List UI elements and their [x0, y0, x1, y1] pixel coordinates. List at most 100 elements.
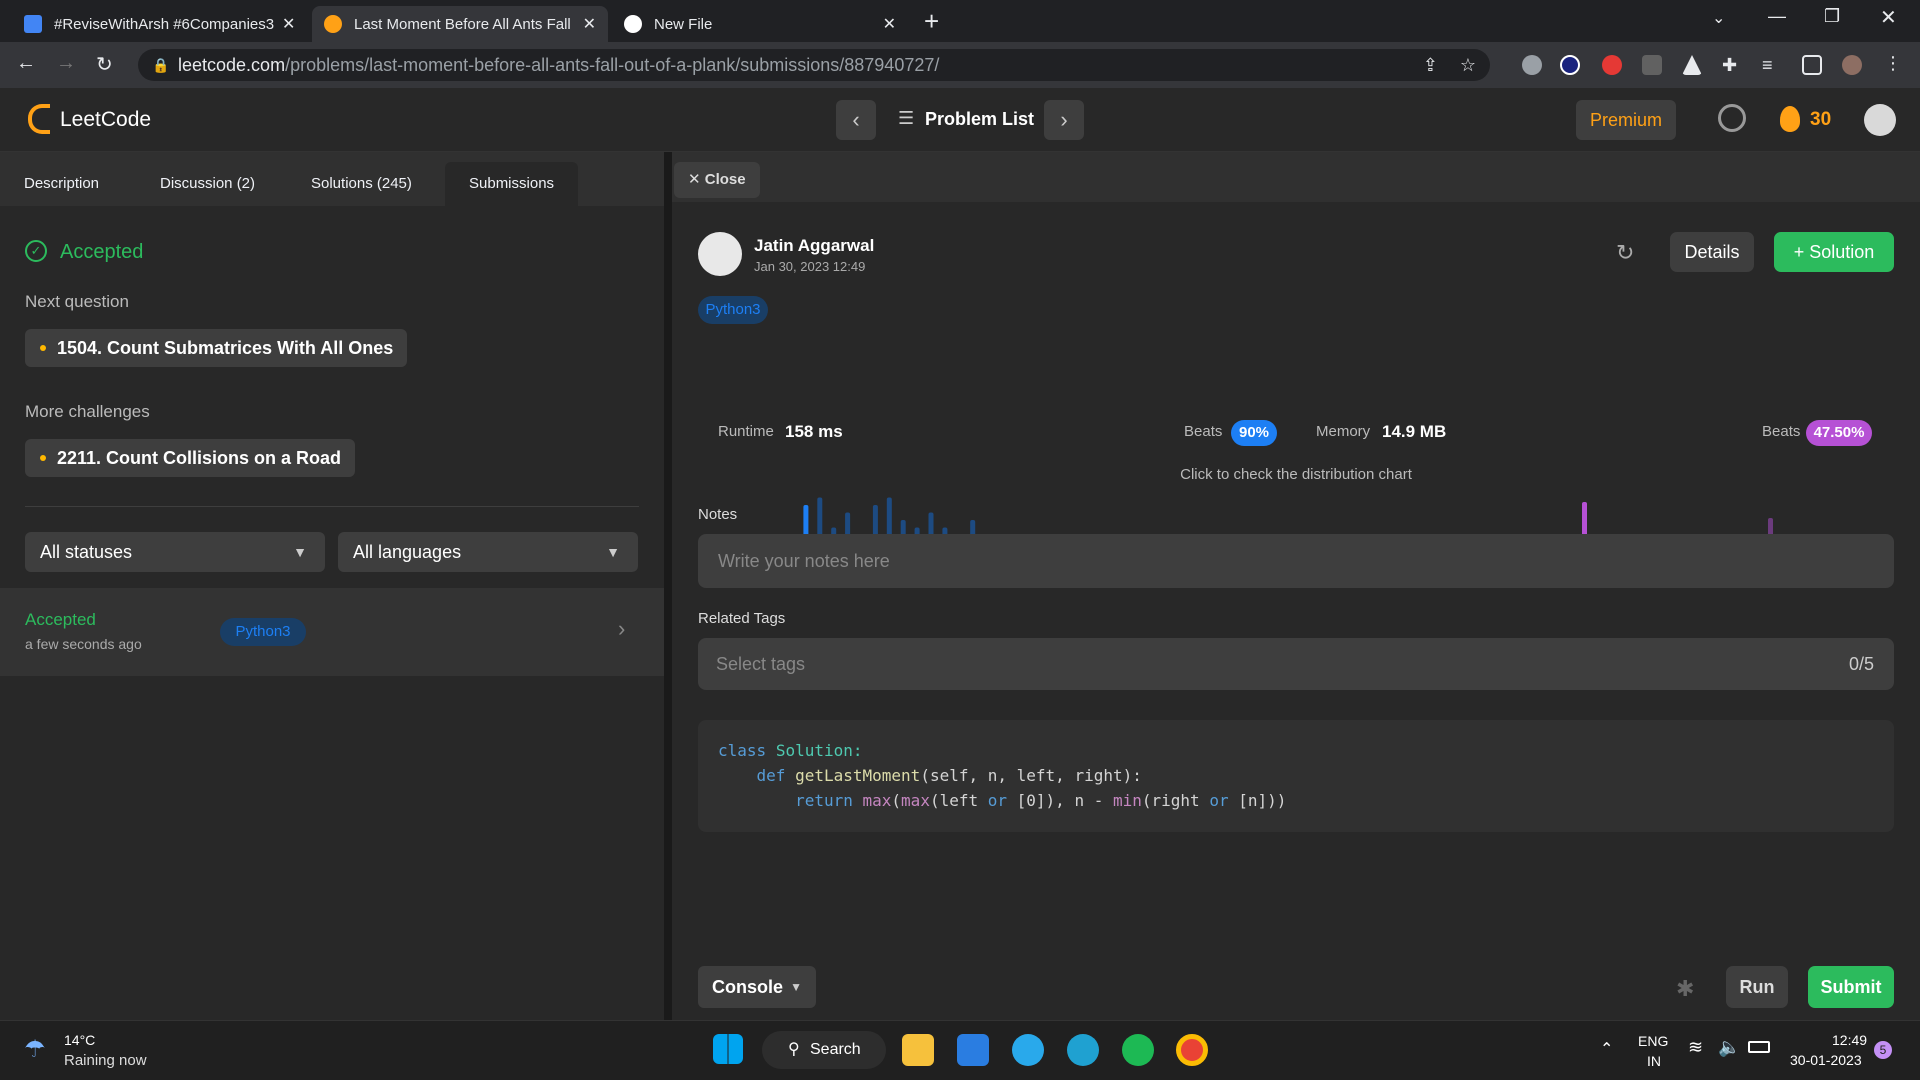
volume-icon[interactable]: 🔈: [1718, 1037, 1740, 1058]
next-question-chip[interactable]: 1504. Count Submatrices With All Ones: [25, 329, 408, 367]
tab-description[interactable]: Description: [0, 162, 123, 206]
tags-select[interactable]: Select tags 0/5: [698, 638, 1894, 690]
close-tab-icon[interactable]: ✕: [583, 14, 596, 34]
result-tab-bar: [672, 152, 1920, 202]
extension-cloud-icon[interactable]: [1522, 55, 1542, 75]
notes-label: Notes: [698, 506, 738, 523]
share-icon[interactable]: ↻: [1616, 240, 1634, 266]
language-badge: Python3: [698, 296, 768, 324]
language-indicator[interactable]: ENG: [1638, 1033, 1668, 1049]
runtime-beats-badge: 90%: [1231, 420, 1277, 446]
extension-triangle-icon[interactable]: [1682, 55, 1702, 75]
memory-beats-label: Beats: [1762, 423, 1801, 440]
next-problem-button[interactable]: ›: [1044, 100, 1084, 140]
notes-input[interactable]: Write your notes here: [698, 534, 1894, 588]
tab-solutions[interactable]: Solutions (245): [287, 162, 436, 206]
new-tab-button[interactable]: +: [924, 6, 939, 37]
browser-tab-leetcode[interactable]: Last Moment Before All Ants Fall ✕: [312, 6, 608, 42]
problem-list-link[interactable]: Problem List: [925, 109, 1034, 130]
browser-tab-strip: #ReviseWithArsh #6Companies3 ✕ Last Mome…: [0, 0, 1920, 42]
divider: [25, 506, 639, 507]
tags-count: 0/5: [1848, 654, 1874, 674]
extension-red-icon[interactable]: [1602, 55, 1622, 75]
file-explorer-icon[interactable]: [902, 1034, 934, 1066]
close-window-icon[interactable]: ✕: [1880, 5, 1897, 30]
language-filter-select[interactable]: All languages ▼: [338, 532, 638, 572]
code-token: [n])): [1228, 791, 1287, 810]
reload-icon[interactable]: ↻: [96, 52, 113, 77]
reading-list-icon[interactable]: ≡: [1762, 55, 1782, 75]
code-line-2: def getLastMoment(self, n, left, right):: [718, 766, 1142, 785]
weather-desc[interactable]: Raining now: [64, 1052, 147, 1069]
forward-icon[interactable]: →: [56, 52, 76, 75]
weather-temp[interactable]: 14°C: [64, 1032, 95, 1048]
close-result-button[interactable]: ✕ Close: [674, 162, 760, 198]
status-filter-select[interactable]: All statuses ▼: [25, 532, 325, 572]
browser-tab-github[interactable]: New File ✕: [612, 6, 908, 42]
panel-splitter[interactable]: [664, 152, 672, 1020]
url-input[interactable]: 🔒 leetcode.com/problems/last-moment-befo…: [138, 49, 1490, 81]
run-button[interactable]: Run: [1726, 966, 1788, 1008]
notification-badge[interactable]: 5: [1874, 1041, 1892, 1059]
close-tab-icon[interactable]: ✕: [883, 14, 896, 34]
extension-d-icon[interactable]: [1560, 55, 1580, 75]
chevron-down-icon: ▼: [790, 980, 802, 994]
menu-kebab-icon[interactable]: ⋮: [1884, 53, 1904, 73]
code-token: def: [756, 766, 786, 785]
extensions-puzzle-icon[interactable]: ✚: [1722, 55, 1742, 75]
add-solution-button[interactable]: + Solution: [1774, 232, 1894, 272]
code-token: return: [795, 791, 853, 810]
share-icon[interactable]: ⇪: [1423, 49, 1438, 81]
clock-time[interactable]: 12:49: [1832, 1032, 1867, 1048]
tab-search-icon[interactable]: ⌄: [1712, 8, 1725, 28]
submission-row[interactable]: Accepted a few seconds ago Python3 ›: [0, 588, 664, 676]
chevron-up-icon[interactable]: ⌃: [1600, 1039, 1613, 1059]
github-icon: [624, 15, 642, 33]
bookmark-star-icon[interactable]: ☆: [1460, 49, 1476, 81]
code-view[interactable]: class Solution: def getLastMoment(self, …: [698, 720, 1894, 832]
premium-button[interactable]: Premium: [1576, 100, 1676, 140]
spotify-icon[interactable]: [1122, 1034, 1154, 1066]
console-button[interactable]: Console ▼: [698, 966, 816, 1008]
user-name[interactable]: Jatin Aggarwal: [754, 236, 874, 256]
edge-icon[interactable]: [1067, 1034, 1099, 1066]
extension-grey-icon[interactable]: [1642, 55, 1662, 75]
runtime-value: 158 ms: [785, 422, 843, 441]
submit-button[interactable]: Submit: [1808, 966, 1894, 1008]
wifi-icon[interactable]: ≋: [1688, 1037, 1703, 1058]
tab-discussion[interactable]: Discussion (2): [136, 162, 279, 206]
debug-bug-icon[interactable]: ✱: [1676, 976, 1694, 1002]
close-icon: ✕: [688, 171, 705, 188]
profile-avatar-icon[interactable]: [1842, 55, 1862, 75]
mail-icon[interactable]: [957, 1034, 989, 1066]
fire-streak-icon[interactable]: [1780, 106, 1800, 132]
alarm-clock-icon[interactable]: [1718, 104, 1746, 132]
windows-start-icon[interactable]: [713, 1034, 743, 1064]
details-button[interactable]: Details: [1670, 232, 1754, 272]
restore-icon[interactable]: ❐: [1824, 6, 1840, 27]
browser-tab-revise[interactable]: #ReviseWithArsh #6Companies3 ✕: [12, 6, 312, 42]
more-challenge-chip[interactable]: 2211. Count Collisions on a Road: [25, 439, 356, 477]
tags-placeholder: Select tags: [716, 654, 806, 674]
close-tab-icon[interactable]: ✕: [282, 14, 295, 34]
clock-date[interactable]: 30-01-2023: [1790, 1052, 1862, 1068]
minimize-icon[interactable]: —: [1768, 6, 1786, 27]
user-avatar[interactable]: [1864, 104, 1896, 136]
weather-umbrella-icon[interactable]: ☂: [24, 1035, 46, 1064]
back-icon[interactable]: ←: [16, 52, 36, 75]
taskbar-search[interactable]: ⚲ Search: [762, 1031, 886, 1069]
right-panel: ✕ Close Jatin Aggarwal Jan 30, 2023 12:4…: [672, 152, 1920, 1020]
leetcode-logo-icon[interactable]: [28, 104, 50, 134]
battery-icon[interactable]: [1748, 1041, 1770, 1053]
leetcode-logo-text[interactable]: LeetCode: [60, 108, 151, 132]
left-panel: Description Discussion (2) Solutions (24…: [0, 152, 664, 1020]
code-token: (right: [1141, 791, 1210, 810]
telegram-icon[interactable]: [1012, 1034, 1044, 1066]
distribution-hint[interactable]: Click to check the distribution chart: [672, 466, 1920, 483]
code-token: getLastMoment: [795, 766, 921, 785]
chrome-icon[interactable]: [1176, 1034, 1208, 1066]
tab-submissions[interactable]: Submissions: [445, 162, 579, 206]
prev-problem-button[interactable]: ‹: [836, 100, 876, 140]
region-indicator[interactable]: IN: [1647, 1053, 1661, 1069]
side-panel-icon[interactable]: [1802, 55, 1822, 75]
